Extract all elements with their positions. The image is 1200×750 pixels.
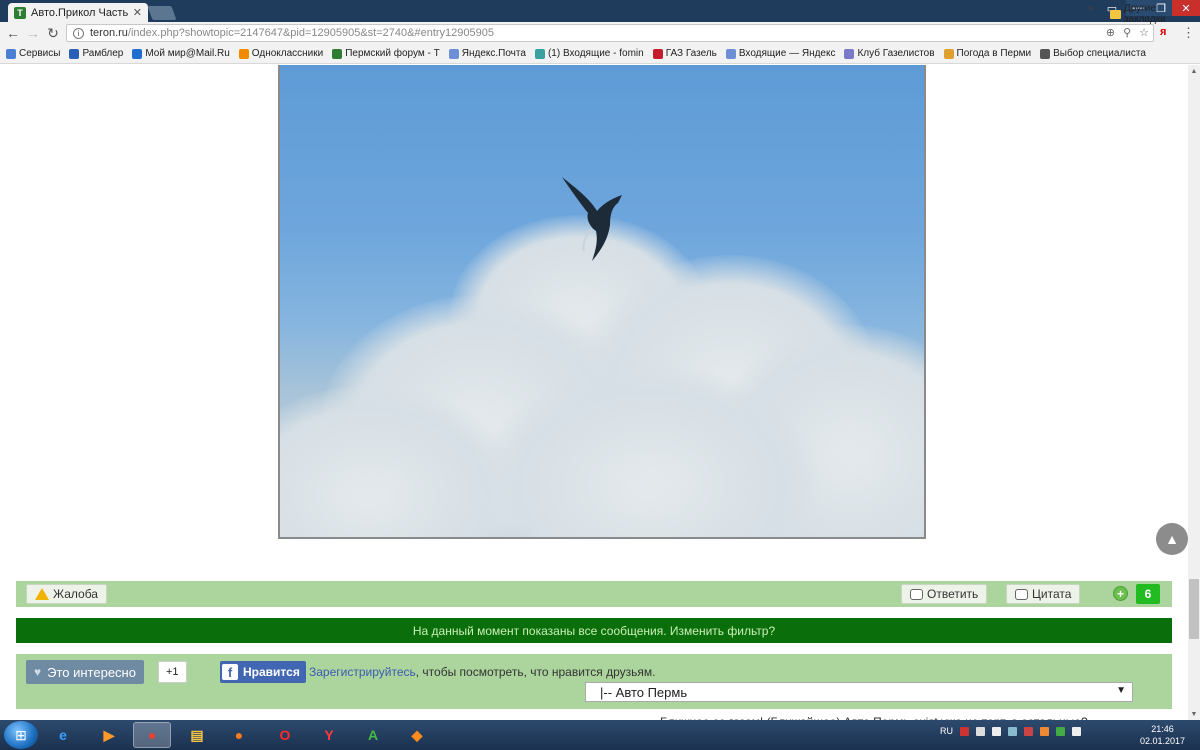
reload-icon[interactable]: ↻ (44, 25, 62, 41)
start-button[interactable]: ⊞ (4, 721, 38, 749)
taskbar-explorer-icon[interactable]: ▤ (178, 722, 216, 748)
bookmark-item[interactable]: Сервисы (6, 48, 60, 59)
bookmark-favicon-icon (238, 48, 249, 59)
bookmark-favicon-icon (448, 48, 459, 59)
folder-icon (1110, 9, 1121, 19)
interest-count: +1 (158, 661, 187, 683)
taskbar-yandex-browser-icon[interactable]: Y (310, 722, 348, 748)
omnibox-actions: ⊕ ⚲ ☆ (1106, 26, 1149, 39)
bookmark-favicon-icon (1040, 48, 1051, 59)
teron-favicon-icon: T (14, 6, 26, 19)
facebook-social-text: Зарегистрируйтесь, чтобы посмотреть, что… (309, 665, 656, 679)
bookmark-item[interactable]: Пермский форум - Т (332, 48, 440, 59)
volume-icon[interactable] (976, 726, 985, 736)
post-action-bar: Жалоба Ответить Цитата + 6 (16, 581, 1172, 607)
bookmark-item[interactable]: Входящие — Яндекс (725, 48, 835, 59)
tray-app-icon[interactable] (960, 726, 969, 736)
bookmark-item[interactable]: Погода в Перми (943, 48, 1031, 59)
system-tray: RU (940, 726, 1081, 736)
taskbar-a-app-icon[interactable]: A (354, 722, 392, 748)
forum-jump-select[interactable]: |-- Авто Пермь ▼ (585, 682, 1133, 702)
bookmark-item[interactable]: ГАЗ Газель (652, 48, 717, 59)
scroll-thumb[interactable] (1189, 579, 1199, 639)
action-center-flag-icon[interactable] (992, 726, 1001, 736)
browser-toolbar: ← → ↻ i teron.ru/index.php?showtopic=214… (0, 22, 1200, 44)
filter-notice-link[interactable]: На данный момент показаны все сообщения.… (16, 618, 1172, 643)
interesting-button[interactable]: ♥ Это интересно (26, 660, 144, 684)
window-titlebar: T Авто.Прикол Часть 3, П ✕ ▭ — ❐ ✕ (0, 0, 1200, 22)
apps-grid-icon (6, 48, 16, 59)
back-arrow-icon[interactable]: ← (4, 25, 22, 41)
taskbar-uc-browser-icon[interactable]: ◆ (398, 722, 436, 748)
bookmark-item[interactable]: Одноклассники (238, 48, 323, 59)
address-bar[interactable]: i teron.ru/index.php?showtopic=2147647&p… (66, 24, 1154, 42)
zoom-icon[interactable]: ⚲ (1123, 26, 1131, 39)
tab-close-icon[interactable]: ✕ (133, 6, 142, 19)
tab-title: Авто.Прикол Часть 3, П (31, 6, 128, 19)
page-viewport: ▲ Жалоба Ответить Цитата + 6 На данный м… (0, 65, 1188, 721)
reputation-count-badge: 6 (1136, 584, 1160, 604)
language-indicator[interactable]: RU (940, 726, 953, 736)
url-text[interactable]: teron.ru/index.php?showtopic=2147647&pid… (90, 27, 494, 39)
bird-silhouette (562, 177, 622, 261)
facebook-icon: f (222, 664, 238, 680)
bookmark-favicon-icon (943, 48, 954, 59)
bookmarks-overflow-icon[interactable]: » (1088, 3, 1094, 14)
bookmark-favicon-icon (69, 48, 80, 59)
bookmarks-bar: Сервисы Рамблер Мой мир@Mail.Ru Одноклассни… (0, 44, 1200, 64)
taskbar-firefox-icon[interactable]: ● (220, 722, 258, 748)
complaint-button[interactable]: Жалоба (26, 584, 107, 604)
bookmark-favicon-icon (844, 48, 855, 59)
bookmark-favicon-icon (132, 48, 143, 59)
bookmark-favicon-icon (332, 48, 343, 59)
tray-app-icon[interactable] (1040, 726, 1049, 736)
tray-app-icon[interactable] (1056, 726, 1065, 736)
chrome-menu-icon[interactable]: ⋮ (1182, 25, 1195, 41)
bookmark-item[interactable]: (1) Входящие - fomin (534, 48, 644, 59)
network-signal-icon[interactable] (1072, 726, 1081, 736)
reply-button[interactable]: Ответить (901, 584, 988, 604)
dropdown-arrow-icon: ▼ (1116, 685, 1126, 696)
taskbar-media-player-icon[interactable]: ▶ (90, 722, 128, 748)
yandex-extension-icon[interactable]: я (1160, 26, 1166, 38)
scroll-up-arrow-icon[interactable]: ▲ (1188, 65, 1200, 77)
register-link[interactable]: Зарегистрируйтесь (309, 665, 416, 679)
likes-bar: ♥ Это интересно +1 f Нравится Зарегистри… (16, 654, 1172, 709)
other-bookmarks-folder[interactable]: Другие закладки (1110, 3, 1200, 25)
bookmark-item[interactable]: Клуб Газелистов (844, 48, 935, 59)
warning-icon (35, 588, 49, 600)
quote-button[interactable]: Цитата (1006, 584, 1081, 604)
system-clock[interactable]: 21:46 02.01.2017 (1140, 723, 1185, 747)
bookmark-item[interactable]: Рамблер (69, 48, 123, 59)
bookmark-favicon-icon (725, 48, 736, 59)
post-image-bird-in-sky[interactable] (278, 65, 926, 539)
taskbar-ie-icon[interactable]: e (44, 722, 82, 748)
tray-app-icon[interactable] (1024, 726, 1033, 736)
tray-app-icon[interactable] (1008, 726, 1017, 736)
translate-icon[interactable]: ⊕ (1106, 26, 1115, 39)
taskbar-chrome-icon[interactable]: ● (133, 722, 171, 748)
windows-taskbar: ⊞ e ▶ ● ▤ ● O Y A ◆ RU 21:46 02.01.2017 (0, 720, 1200, 750)
bookmark-item[interactable]: Яндекс.Почта (448, 48, 526, 59)
bookmark-item[interactable]: Выбор специалиста (1040, 48, 1146, 59)
taskbar-opera-icon[interactable]: O (266, 722, 304, 748)
speech-bubble-icon (1015, 588, 1028, 600)
bookmark-favicon-icon (534, 48, 545, 59)
bookmark-favicon-icon (652, 48, 663, 59)
site-info-icon[interactable]: i (73, 27, 84, 39)
bookmark-star-icon[interactable]: ☆ (1139, 26, 1149, 39)
reputation-plus-icon[interactable]: + (1113, 586, 1128, 601)
facebook-like-button[interactable]: f Нравится (220, 661, 306, 683)
bookmark-item[interactable]: Мой мир@Mail.Ru (132, 48, 230, 59)
new-tab-button[interactable] (147, 6, 177, 20)
forward-arrow-icon[interactable]: → (24, 25, 42, 41)
browser-tab-active[interactable]: T Авто.Прикол Часть 3, П ✕ (8, 3, 148, 22)
page-scrollbar[interactable]: ▲ ▼ (1188, 65, 1200, 720)
scroll-to-top-button[interactable]: ▲ (1156, 523, 1188, 555)
speech-bubble-icon (910, 588, 923, 600)
scroll-down-arrow-icon[interactable]: ▼ (1188, 708, 1200, 720)
heart-icon: ♥ (34, 665, 42, 679)
